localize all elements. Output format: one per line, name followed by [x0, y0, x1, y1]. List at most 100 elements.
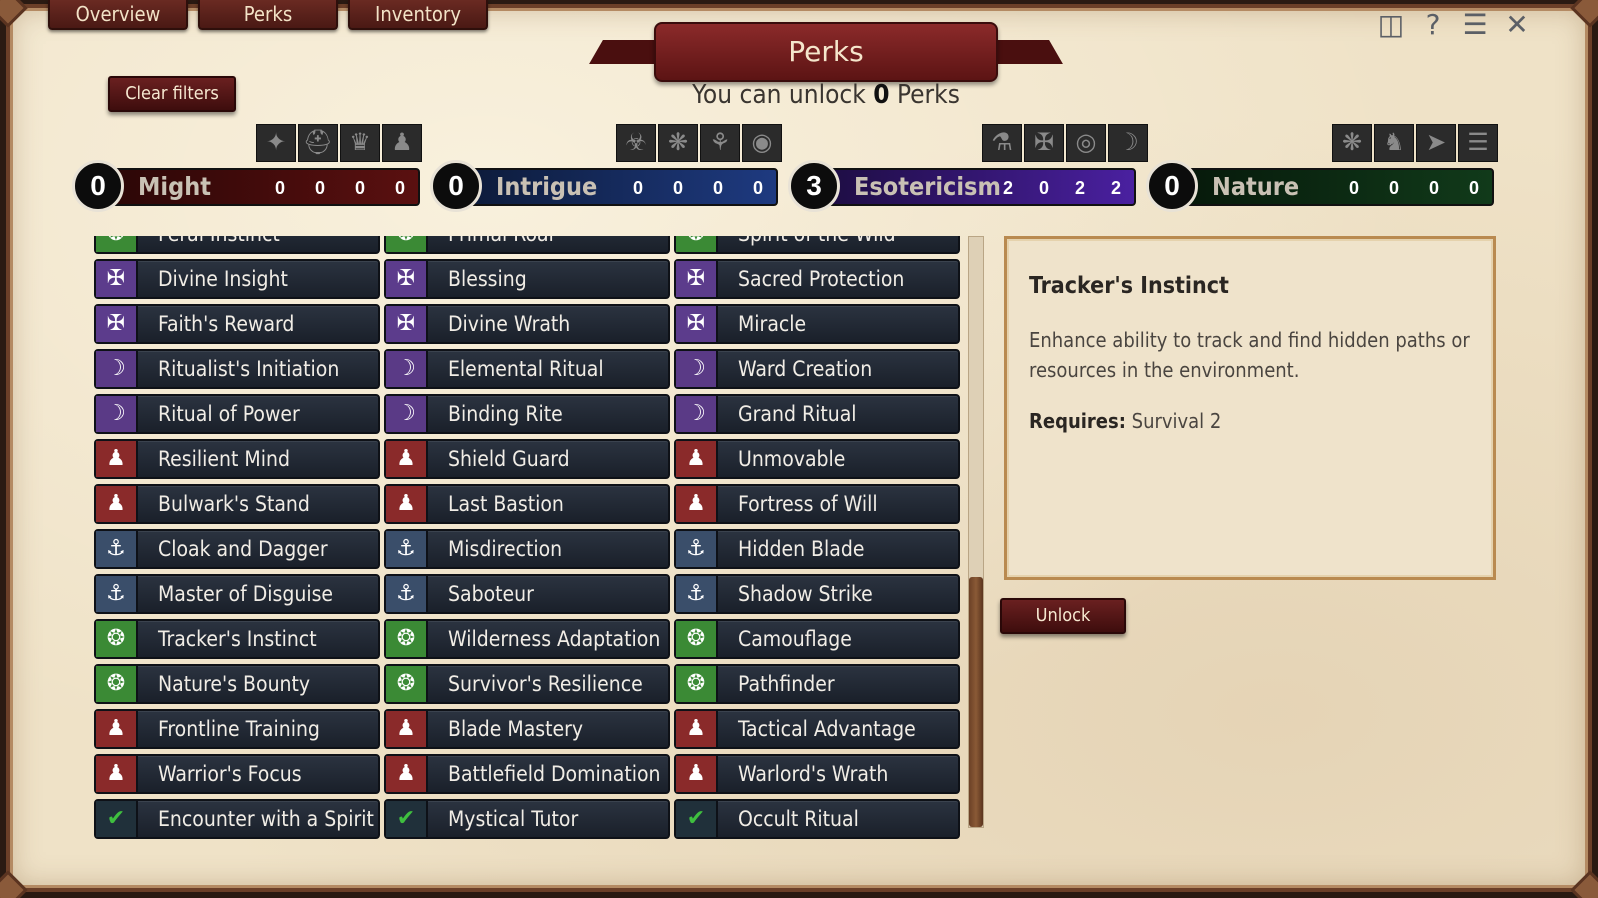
perk-item[interactable]: ♟ Blade Mastery [384, 709, 670, 749]
dragon-icon[interactable]: ♛ [340, 124, 380, 162]
perk-item[interactable]: ✔ Mystical Tutor [384, 799, 670, 839]
perk-column: ❂ Feral Instinct ✠ Divine Insight ✠ Faith's R… [94, 236, 380, 840]
map-icon[interactable]: ◫ [1376, 10, 1406, 40]
eagle-icon[interactable]: ✦ [256, 124, 296, 162]
perk-item[interactable]: ☽ Grand Ritual [674, 394, 960, 434]
perk-item[interactable]: ❂ Wilderness Adaptation [384, 619, 670, 659]
nature-level: 0 [1146, 160, 1198, 212]
perk-item[interactable]: ⚓ Shadow Strike [674, 574, 960, 614]
perk-item[interactable]: ♟ Unmovable [674, 439, 960, 479]
perk-label: Cloak and Dagger [158, 537, 328, 561]
requires-value: Survival 2 [1131, 409, 1222, 433]
perk-item[interactable]: ♟ Warrior's Focus [94, 754, 380, 794]
perk-label: Fortress of Will [738, 492, 878, 516]
perk-label: Tactical Advantage [738, 717, 916, 741]
perk-item[interactable]: ✠ Faith's Reward [94, 304, 380, 344]
menu-icon[interactable]: ☰ [1460, 10, 1490, 40]
perk-item[interactable]: ☽ Elemental Ritual [384, 349, 670, 389]
window-controls: ◫ ? ☰ ✕ [1376, 10, 1532, 40]
perk-item[interactable]: ♟ Battlefield Domination [384, 754, 670, 794]
perk-item[interactable]: ⚓ Saboteur [384, 574, 670, 614]
eye-icon[interactable]: ◉ [742, 124, 782, 162]
perk-label: Spirit of the Wild [738, 236, 896, 246]
perk-item[interactable]: ✠ Divine Wrath [384, 304, 670, 344]
holy-symbol-icon: ✠ [386, 261, 428, 297]
perk-label: Divine Insight [158, 267, 288, 291]
close-icon[interactable]: ✕ [1502, 10, 1532, 40]
checkmark-icon: ✔ [96, 801, 138, 837]
perk-item[interactable]: ❂ Tracker's Instinct [94, 619, 380, 659]
claw-icon[interactable]: ☰ [1458, 124, 1498, 162]
perk-label: Unmovable [738, 447, 846, 471]
perk-label: Warrior's Focus [158, 762, 302, 786]
perk-item[interactable]: ❂ Camouflage [674, 619, 960, 659]
scrollbar-track[interactable] [968, 236, 984, 828]
mask-icon[interactable]: ☣ [616, 124, 656, 162]
wolf-icon[interactable]: ♞ [1374, 124, 1414, 162]
helmet-icon[interactable]: ⛑ [298, 124, 338, 162]
perk-item[interactable]: ⚓ Misdirection [384, 529, 670, 569]
all-seeing-eye-icon[interactable]: ◎ [1066, 124, 1106, 162]
unlock-button[interactable]: Unlock [1000, 598, 1126, 634]
perk-item[interactable]: ❂ Feral Instinct [94, 236, 380, 254]
category-intrigue[interactable]: ☣ ❋ ⚘ ◉ 0 Intrigue 0 0 0 0 [430, 124, 782, 212]
ritual-hand-icon[interactable]: ☽ [1108, 124, 1148, 162]
octopus-icon[interactable]: ⚘ [700, 124, 740, 162]
help-icon[interactable]: ? [1418, 10, 1448, 40]
perk-item[interactable]: ✠ Miracle [674, 304, 960, 344]
nature-filter-icons: ❋ ♞ ➤ ☰ [1332, 124, 1498, 162]
perk-item[interactable]: ❂ Survivor's Resilience [384, 664, 670, 704]
esotericism-name: Esotericism [854, 172, 1001, 201]
holy-symbol-icon: ✠ [96, 306, 138, 342]
perk-item[interactable]: ✠ Sacred Protection [674, 259, 960, 299]
tab-overview[interactable]: Overview [48, 0, 188, 30]
tree-icon[interactable]: ❋ [1332, 124, 1372, 162]
perk-item[interactable]: ✔ Occult Ritual [674, 799, 960, 839]
potion-icon[interactable]: ⚗ [982, 124, 1022, 162]
spider-icon[interactable]: ❋ [658, 124, 698, 162]
perk-item[interactable]: ❂ Spirit of the Wild [674, 236, 960, 254]
intrigue-name: Intrigue [496, 172, 598, 201]
strongman-icon: ♟ [96, 486, 138, 522]
nature-leaf-icon: ❂ [676, 666, 718, 702]
perk-item[interactable]: ❂ Pathfinder [674, 664, 960, 704]
perk-item[interactable]: ✔ Encounter with a Spirit [94, 799, 380, 839]
perk-item[interactable]: ☽ Ward Creation [674, 349, 960, 389]
category-esotericism[interactable]: ⚗ ✠ ◎ ☽ 3 Esotericism 2 0 2 2 [788, 124, 1148, 212]
holy-symbol-icon[interactable]: ✠ [1024, 124, 1064, 162]
perk-label: Battlefield Domination [448, 762, 661, 786]
perk-item[interactable]: ☽ Ritual of Power [94, 394, 380, 434]
perk-item[interactable]: ✠ Blessing [384, 259, 670, 299]
perk-column: ❂ Spirit of the Wild ✠ Sacred Protection ✠ Mi… [674, 236, 960, 840]
perk-item[interactable]: ♟ Last Bastion [384, 484, 670, 524]
perk-item[interactable]: ❂ Primal Roar [384, 236, 670, 254]
perk-item[interactable]: ♟ Shield Guard [384, 439, 670, 479]
scrollbar-thumb[interactable] [969, 577, 983, 827]
perk-item[interactable]: ☽ Ritualist's Initiation [94, 349, 380, 389]
perk-item[interactable]: ⚓ Master of Disguise [94, 574, 380, 614]
perk-item[interactable]: ☽ Binding Rite [384, 394, 670, 434]
tab-inventory[interactable]: Inventory [348, 0, 488, 30]
unlock-suffix: Perks [896, 80, 960, 110]
category-might[interactable]: ✦ ⛑ ♛ ♟ 0 Might 0 0 0 0 [72, 124, 422, 212]
perk-item[interactable]: ♟ Tactical Advantage [674, 709, 960, 749]
strongman-icon[interactable]: ♟ [382, 124, 422, 162]
might-name: Might [138, 172, 211, 201]
perk-item[interactable]: ♟ Fortress of Will [674, 484, 960, 524]
perk-item[interactable]: ✠ Divine Insight [94, 259, 380, 299]
strongman-icon: ♟ [676, 441, 718, 477]
perk-item[interactable]: ⚓ Cloak and Dagger [94, 529, 380, 569]
nature-leaf-icon: ❂ [386, 236, 428, 252]
tab-perks[interactable]: Perks [198, 0, 338, 30]
perk-item[interactable]: ♟ Frontline Training [94, 709, 380, 749]
perk-item[interactable]: ♟ Warlord's Wrath [674, 754, 960, 794]
perk-item[interactable]: ♟ Resilient Mind [94, 439, 380, 479]
category-nature[interactable]: ❋ ♞ ➤ ☰ 0 Nature 0 0 0 0 [1146, 124, 1498, 212]
perk-item[interactable]: ♟ Bulwark's Stand [94, 484, 380, 524]
perk-item[interactable]: ⚓ Hidden Blade [674, 529, 960, 569]
unlock-summary: You can unlock 0 Perks [600, 80, 1052, 110]
perk-item[interactable]: ❂ Nature's Bounty [94, 664, 380, 704]
hunter-icon[interactable]: ➤ [1416, 124, 1456, 162]
perk-label: Ritualist's Initiation [158, 357, 340, 381]
clear-filters-button[interactable]: Clear filters [108, 76, 236, 112]
